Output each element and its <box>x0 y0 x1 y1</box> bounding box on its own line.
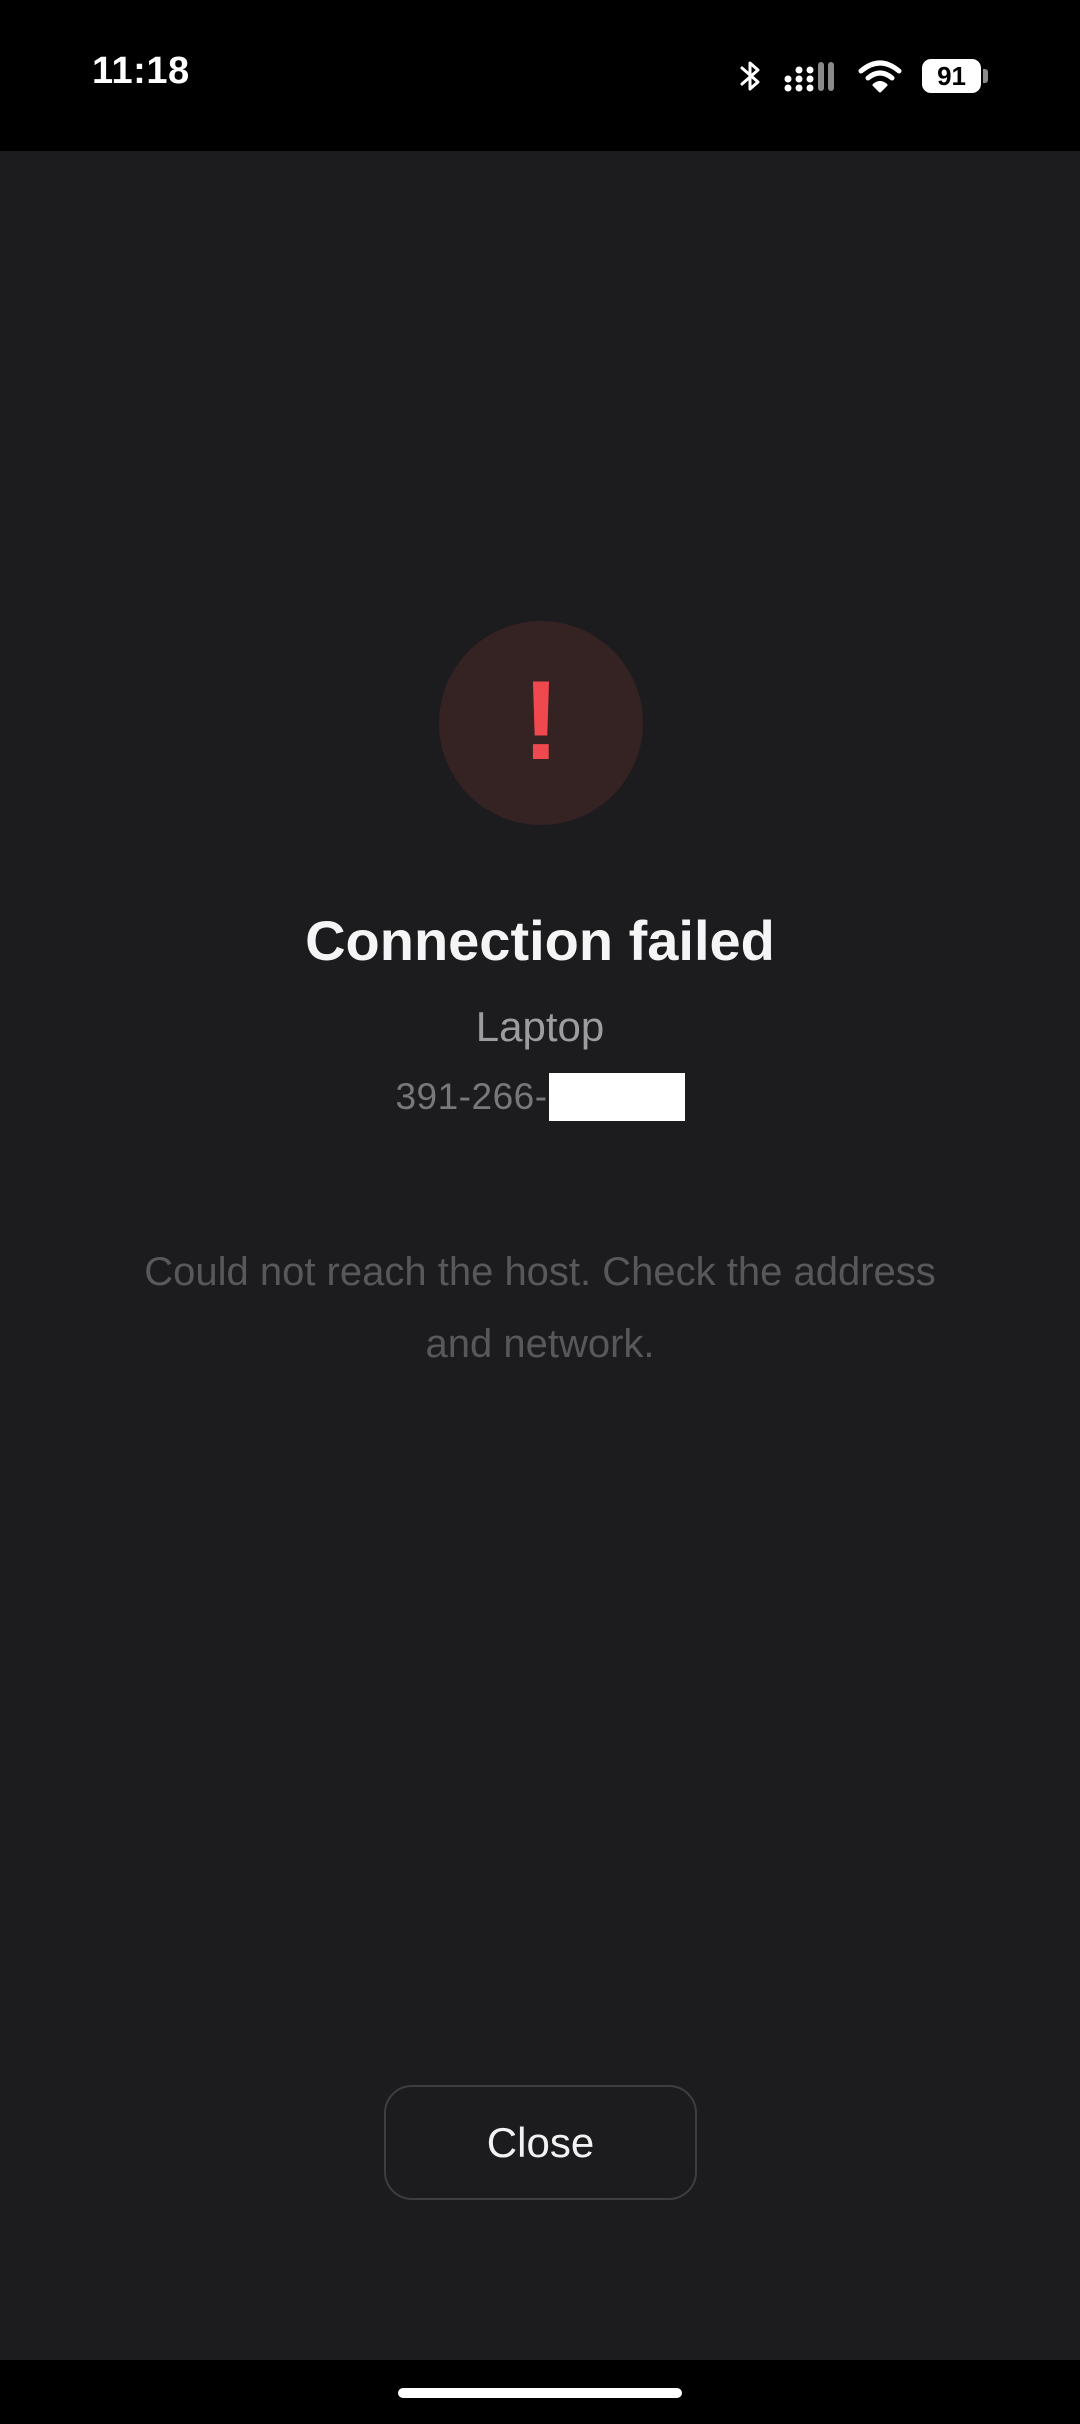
bluetooth-icon <box>738 58 764 94</box>
navigation-bar <box>0 2360 1080 2424</box>
redacted-host-id <box>548 1073 685 1121</box>
battery-level: 91 <box>922 59 982 93</box>
host-id: 391-266- <box>395 1076 548 1117</box>
host-id-row: 391-266- <box>0 1073 1080 1121</box>
exclamation-icon: ! <box>522 658 560 783</box>
battery-tip <box>983 69 988 83</box>
cellular-signal-icon <box>784 58 838 94</box>
error-badge: ! <box>439 621 643 825</box>
status-time: 11:18 <box>92 50 190 92</box>
status-bar: 11:18 91 <box>0 0 1080 151</box>
home-indicator[interactable] <box>398 2388 682 2398</box>
host-name: Laptop <box>475 1003 605 1050</box>
status-icons: 91 <box>738 52 988 100</box>
wifi-icon <box>858 58 902 94</box>
battery-icon: 91 <box>922 58 988 94</box>
screen: 11:18 91 ! Connection failed Laptop 391-… <box>0 0 1080 2424</box>
close-button[interactable]: Close <box>384 2085 697 2200</box>
error-message: Could not reach the host. Check the addr… <box>144 1250 936 1366</box>
page-title: Connection failed <box>305 909 775 972</box>
